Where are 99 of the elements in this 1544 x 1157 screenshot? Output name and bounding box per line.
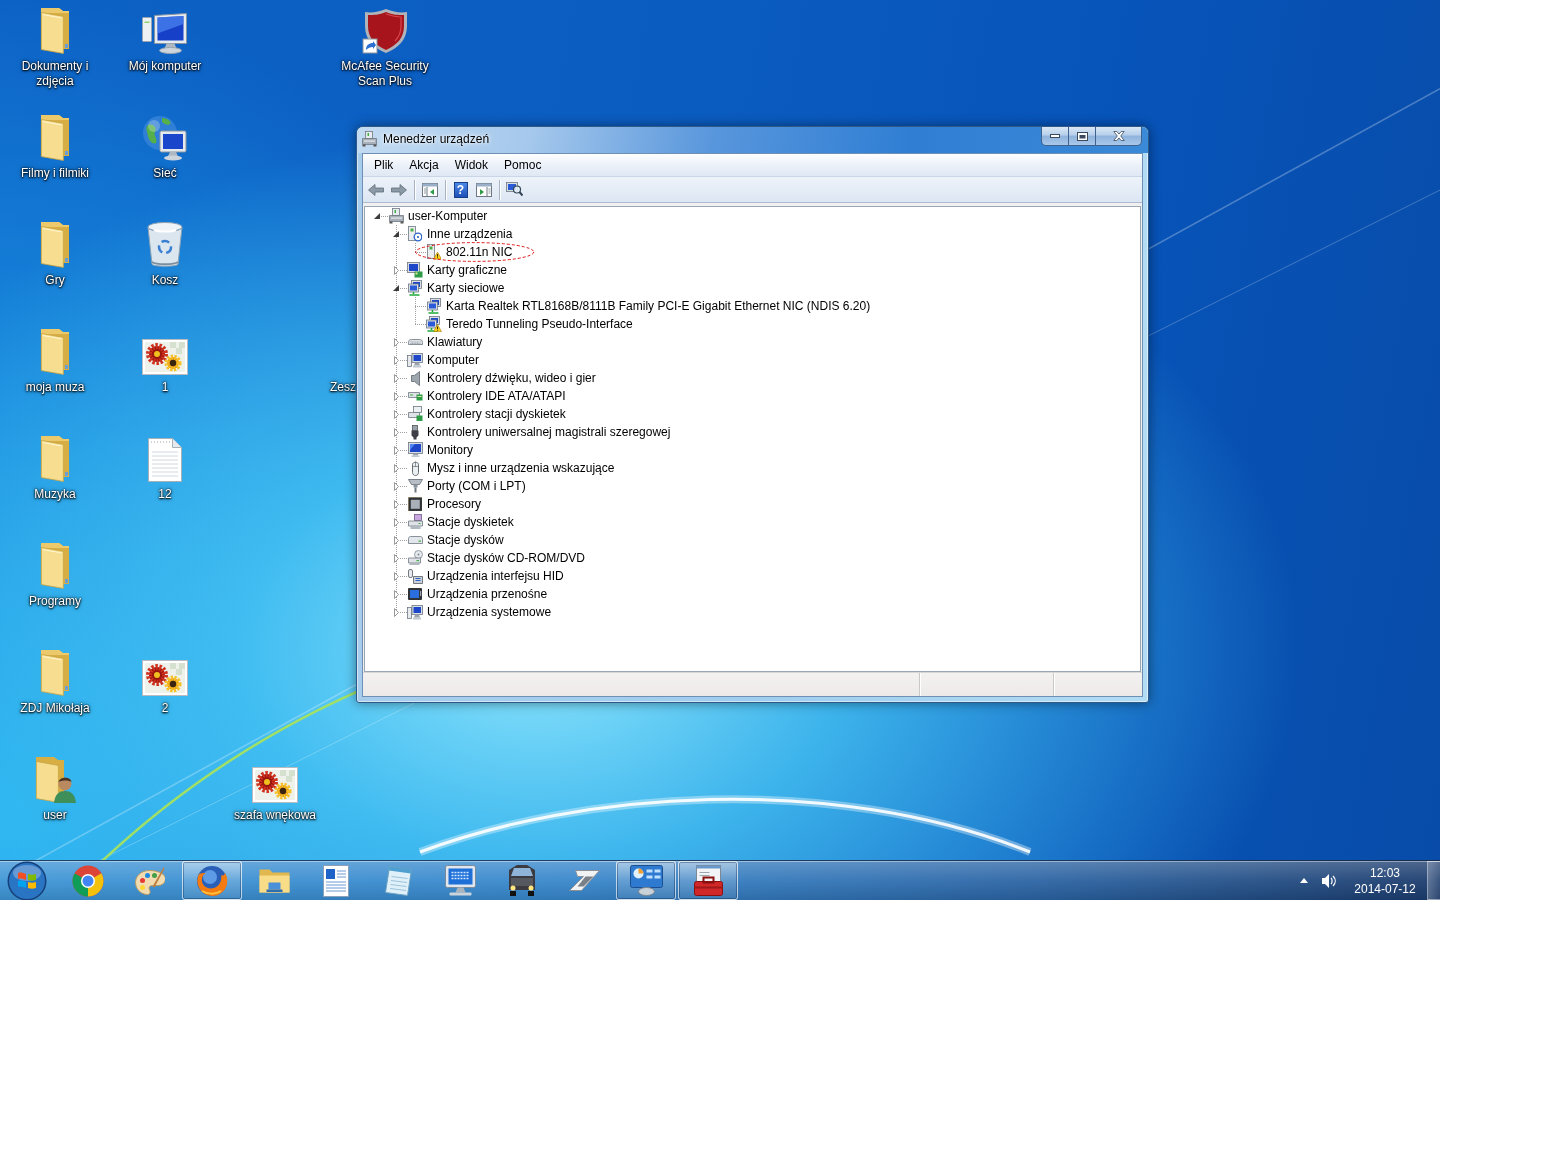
desktop-icon-label[interactable]: Mój komputer xyxy=(128,59,202,74)
flower-image-icon[interactable] xyxy=(142,339,188,375)
tree-item[interactable]: Urządzenia systemowe xyxy=(425,604,554,620)
up-arrow-icon[interactable] xyxy=(1300,878,1308,883)
tree-item[interactable]: Mysz i inne urządzenia wskazujące xyxy=(425,460,617,476)
tree-item[interactable]: Urządzenia przenośne xyxy=(425,586,550,602)
caret-right-icon[interactable] xyxy=(393,445,399,455)
tree-item[interactable]: Inne urządzenia xyxy=(425,226,515,242)
maximize-button[interactable] xyxy=(1069,127,1096,146)
caret-right-icon[interactable] xyxy=(393,589,399,599)
speaker-icon[interactable] xyxy=(1321,873,1337,888)
tree-item[interactable]: Stacje dyskietek xyxy=(425,514,516,530)
recycle-bin-icon[interactable] xyxy=(147,222,183,268)
menu-item[interactable]: Widok xyxy=(446,155,497,175)
caret-right-icon[interactable] xyxy=(393,463,399,473)
tree-item[interactable]: Karty graficzne xyxy=(425,262,510,278)
tree-item[interactable]: Klawiatury xyxy=(425,334,485,350)
desktop-icon-label[interactable]: Kosz xyxy=(151,273,179,288)
flower-image-icon[interactable] xyxy=(142,660,188,696)
tree-item[interactable]: Kontrolery uniwersalnej magistrali szeregowej xyxy=(425,424,673,440)
tree-item[interactable]: Kontrolery stacji dyskietek xyxy=(425,406,568,422)
monitor-icon[interactable] xyxy=(444,865,476,896)
window-title: Menedżer urządzeń xyxy=(383,131,490,147)
taskbar-button[interactable] xyxy=(678,861,738,900)
flower-image-icon[interactable] xyxy=(252,767,298,803)
close-button[interactable] xyxy=(1096,127,1142,146)
minimize-button[interactable] xyxy=(1041,127,1069,146)
tree-item[interactable]: Porty (COM i LPT) xyxy=(425,478,528,494)
swirl-globe-icon[interactable] xyxy=(196,864,228,897)
caret-right-icon[interactable] xyxy=(393,481,399,491)
desktop-icon-label[interactable]: Filmy i filmiki xyxy=(21,166,89,181)
tree-item[interactable]: Stacje dysków xyxy=(425,532,506,548)
tree-item[interactable]: Karty sieciowe xyxy=(425,280,507,296)
tree-item[interactable]: Karta Realtek RTL8168B/8111B Family PCI-E Gigabit Ethernet NIC (NDIS 6.20) xyxy=(444,298,873,314)
folder-icon[interactable] xyxy=(39,436,71,482)
desktop-icon-label[interactable]: Sieć xyxy=(153,166,177,181)
clock-date[interactable]: 2014-07-12 xyxy=(1354,880,1416,897)
tree-item[interactable]: Procesory xyxy=(425,496,484,512)
folder-icon[interactable] xyxy=(258,868,290,893)
tree-item[interactable]: Kontrolery dźwięku, wideo i gier xyxy=(425,370,598,386)
text-file-icon[interactable] xyxy=(148,438,182,482)
globe-monitor-icon[interactable] xyxy=(142,115,188,161)
start-orb-icon[interactable] xyxy=(7,860,47,900)
right-arrow-icon[interactable] xyxy=(390,183,407,196)
minimize-icon[interactable] xyxy=(1050,134,1060,138)
caret-right-icon[interactable] xyxy=(393,391,399,401)
tree-item[interactable]: Stacje dysków CD-ROM/DVD xyxy=(425,550,588,566)
palette-icon[interactable] xyxy=(134,866,166,895)
caret-right-icon[interactable] xyxy=(393,517,399,527)
caret-right-icon[interactable] xyxy=(393,499,399,509)
folder-icon[interactable] xyxy=(39,329,71,375)
tree-item[interactable]: Monitory xyxy=(425,442,475,458)
desktop-icon-label[interactable]: Dokumenty i zdjęcia xyxy=(7,59,103,89)
menu-item[interactable]: Plik xyxy=(366,155,402,175)
tricolor-ball-icon[interactable] xyxy=(72,864,104,897)
tree-item[interactable]: Urządzenia interfejsu HID xyxy=(425,568,566,584)
folder-icon[interactable] xyxy=(39,8,71,54)
caret-right-icon[interactable] xyxy=(393,337,399,347)
caret-right-icon[interactable] xyxy=(393,571,399,581)
caret-right-icon[interactable] xyxy=(393,535,399,545)
toolbox-icon[interactable] xyxy=(693,865,723,896)
desktop-icon-label[interactable]: McAfee Security Scan Plus xyxy=(337,59,433,89)
menu-item[interactable]: Pomoc xyxy=(496,155,550,175)
user-folder-icon[interactable] xyxy=(34,757,76,803)
caret-right-icon[interactable] xyxy=(393,553,399,563)
truck-icon[interactable] xyxy=(509,865,535,896)
taskbar-button[interactable] xyxy=(182,861,242,900)
caret-right-icon[interactable] xyxy=(393,373,399,383)
caret-down-icon[interactable] xyxy=(393,231,399,237)
dashboard-icon[interactable] xyxy=(629,865,663,896)
caret-down-icon[interactable] xyxy=(374,213,380,219)
caret-right-icon[interactable] xyxy=(393,265,399,275)
maximize-icon[interactable] xyxy=(1076,131,1088,141)
tree-item[interactable]: Komputer xyxy=(425,352,482,368)
notepad-icon[interactable] xyxy=(384,865,412,896)
folder-icon[interactable] xyxy=(39,115,71,161)
show-desktop-button[interactable] xyxy=(1427,861,1440,900)
desktop-icon-label[interactable]: Gry xyxy=(45,273,65,288)
tree-item[interactable]: user-Komputer xyxy=(406,208,490,224)
shield-shortcut-icon[interactable] xyxy=(362,8,408,54)
taskbar-button[interactable] xyxy=(616,861,676,900)
menu-item[interactable]: Akcja xyxy=(401,155,447,175)
caret-right-icon[interactable] xyxy=(393,409,399,419)
help-button[interactable]: ? xyxy=(453,181,468,198)
document-icon[interactable] xyxy=(323,864,349,897)
printer-icon xyxy=(362,131,377,147)
close-icon[interactable] xyxy=(1112,131,1125,141)
caret-down-icon[interactable] xyxy=(393,285,399,291)
tree-item[interactable]: Kontrolery IDE ATA/ATAPI xyxy=(425,388,568,404)
tree-item[interactable]: Teredo Tunneling Pseudo-Interface xyxy=(444,316,635,332)
caret-right-icon[interactable] xyxy=(393,355,399,365)
slanted-logo-icon[interactable] xyxy=(568,870,600,891)
folder-icon[interactable] xyxy=(39,222,71,268)
caret-right-icon[interactable] xyxy=(393,607,399,617)
computer-icon[interactable] xyxy=(142,13,188,54)
caret-right-icon[interactable] xyxy=(393,427,399,437)
clock-time[interactable]: 12:03 xyxy=(1370,864,1400,881)
left-arrow-icon[interactable] xyxy=(367,183,384,196)
folder-icon[interactable] xyxy=(39,543,71,589)
